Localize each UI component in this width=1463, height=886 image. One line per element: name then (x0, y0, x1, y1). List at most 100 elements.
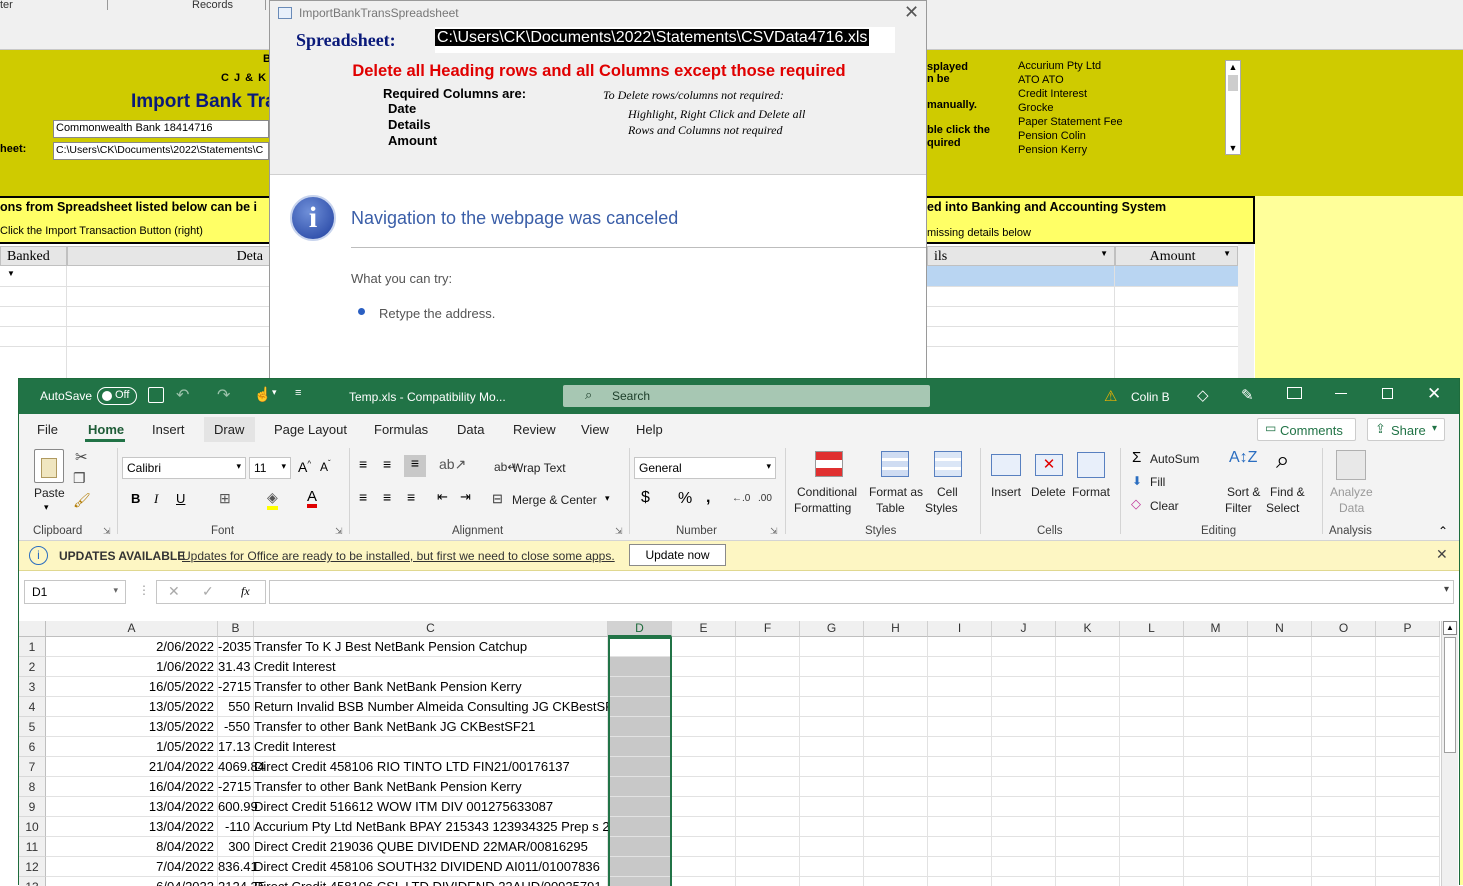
cell[interactable] (1120, 657, 1184, 677)
cell[interactable] (1120, 837, 1184, 857)
grid-scrollbar[interactable] (1238, 244, 1254, 379)
close-icon[interactable]: ✕ (904, 2, 919, 23)
wrap-text-button[interactable]: Wrap Text (512, 461, 566, 475)
cell[interactable] (608, 757, 672, 777)
cell[interactable] (1248, 837, 1312, 857)
cell-styles-button[interactable]: Cell (937, 485, 958, 499)
cell[interactable] (1120, 857, 1184, 877)
cell[interactable] (864, 777, 928, 797)
cell[interactable] (928, 817, 992, 837)
list-item[interactable]: ATO ATO (1018, 73, 1241, 87)
dialog-launcher-icon[interactable]: ⇲ (335, 526, 343, 537)
cell[interactable] (672, 677, 736, 697)
cell[interactable] (928, 737, 992, 757)
collapse-ribbon-icon[interactable]: ⌃ (1438, 524, 1448, 538)
cell[interactable] (992, 637, 1056, 657)
cell[interactable] (864, 717, 928, 737)
cell[interactable] (1184, 737, 1248, 757)
cell[interactable] (608, 677, 672, 697)
currency-icon[interactable]: $ (641, 489, 650, 507)
cell[interactable] (800, 857, 864, 877)
cell[interactable] (1376, 777, 1440, 797)
cell[interactable] (1120, 777, 1184, 797)
row-header[interactable]: 3 (19, 677, 46, 697)
cell[interactable] (608, 837, 672, 857)
format-as-table-button[interactable]: Format as (869, 485, 923, 499)
update-now-button[interactable]: Update now (629, 544, 726, 566)
cell[interactable] (928, 637, 992, 657)
cell[interactable] (1312, 757, 1376, 777)
cell-b[interactable]: -110 (218, 817, 254, 837)
cell[interactable] (1312, 697, 1376, 717)
spreadsheet-path-field[interactable]: C:\Users\CK\Documents\2022\Statements\CS… (435, 27, 895, 53)
cell-a[interactable]: 13/04/2022 (46, 797, 218, 817)
column-header[interactable]: K (1056, 621, 1120, 637)
scroll-thumb[interactable] (1444, 637, 1456, 753)
cell[interactable] (1120, 817, 1184, 837)
scroll-up-icon[interactable]: ▲ (1226, 61, 1240, 73)
cell[interactable] (1248, 817, 1312, 837)
cell-a[interactable]: 13/05/2022 (46, 717, 218, 737)
sort-filter-button[interactable]: Sort & (1227, 485, 1260, 499)
cell[interactable] (1312, 717, 1376, 737)
font-name-select[interactable]: Calibri ▾ (122, 457, 246, 479)
cell[interactable] (736, 637, 800, 657)
touch-mode-icon[interactable]: ☝ (254, 386, 271, 403)
select-all-corner[interactable] (19, 621, 46, 637)
paste-button[interactable]: Paste (34, 486, 65, 500)
cell-a[interactable]: 8/04/2022 (46, 837, 218, 857)
align-bottom-icon[interactable]: ≡ (404, 455, 426, 477)
cell-a[interactable]: 21/04/2022 (46, 757, 218, 777)
cell[interactable] (1056, 697, 1120, 717)
cell[interactable] (1184, 817, 1248, 837)
cell[interactable] (1056, 677, 1120, 697)
cell[interactable] (1184, 757, 1248, 777)
delete-cells-icon[interactable]: ✕ (1035, 454, 1063, 476)
tab-help[interactable]: Help (636, 422, 663, 437)
cell[interactable] (800, 657, 864, 677)
borders-icon[interactable]: ⊞ (219, 490, 231, 507)
bold-icon[interactable]: B (131, 491, 140, 506)
cell-styles-icon[interactable] (934, 451, 962, 477)
cell[interactable] (1248, 757, 1312, 777)
list-item[interactable]: Paper Statement Fee (1018, 115, 1241, 129)
cell[interactable] (800, 677, 864, 697)
cell[interactable] (800, 817, 864, 837)
column-header-details[interactable]: Deta (67, 246, 270, 266)
column-header[interactable]: N (1248, 621, 1312, 637)
underline-icon[interactable]: U (176, 491, 185, 506)
increase-decimal-icon[interactable]: ←.0 (732, 493, 750, 504)
insert-cells-icon[interactable] (991, 454, 1021, 476)
cell[interactable] (608, 657, 672, 677)
cell[interactable] (608, 697, 672, 717)
cell[interactable] (864, 797, 928, 817)
cell[interactable] (736, 817, 800, 837)
cell-c[interactable]: Transfer to other Bank NetBank Pension K… (254, 677, 608, 697)
cell[interactable] (1312, 837, 1376, 857)
column-header-amount[interactable]: Amount ▼ (1115, 246, 1238, 266)
row-header[interactable]: 12 (19, 857, 46, 877)
cell[interactable] (672, 777, 736, 797)
cell[interactable] (736, 757, 800, 777)
dialog-launcher-icon[interactable]: ⇲ (770, 526, 778, 537)
redo-icon[interactable]: ↷ (217, 385, 230, 405)
cell-c[interactable]: Accurium Pty Ltd NetBank BPAY 215343 123… (254, 817, 649, 837)
orientation-icon[interactable]: ab↗ (439, 456, 466, 473)
cell[interactable] (1184, 797, 1248, 817)
cell[interactable] (864, 697, 928, 717)
formula-input[interactable]: ▾ (269, 580, 1454, 604)
cell[interactable] (1056, 797, 1120, 817)
insert-button[interactable]: Insert (991, 485, 1021, 499)
decrease-decimal-icon[interactable]: .00 (758, 493, 772, 504)
bank-account-field[interactable]: Commonwealth Bank 18414716 (53, 120, 269, 138)
cell-b[interactable]: 4069.84 (218, 757, 265, 777)
sort-filter-icon[interactable]: A↕Z (1229, 449, 1257, 467)
cell[interactable] (1056, 657, 1120, 677)
column-header[interactable]: C (254, 621, 608, 637)
warning-icon[interactable]: ⚠ (1104, 387, 1117, 405)
cell[interactable] (1184, 637, 1248, 657)
merge-icon[interactable]: ⊟ (492, 491, 503, 507)
cell[interactable] (800, 637, 864, 657)
row-header[interactable]: 2 (19, 657, 46, 677)
format-button[interactable]: Format (1072, 485, 1110, 499)
